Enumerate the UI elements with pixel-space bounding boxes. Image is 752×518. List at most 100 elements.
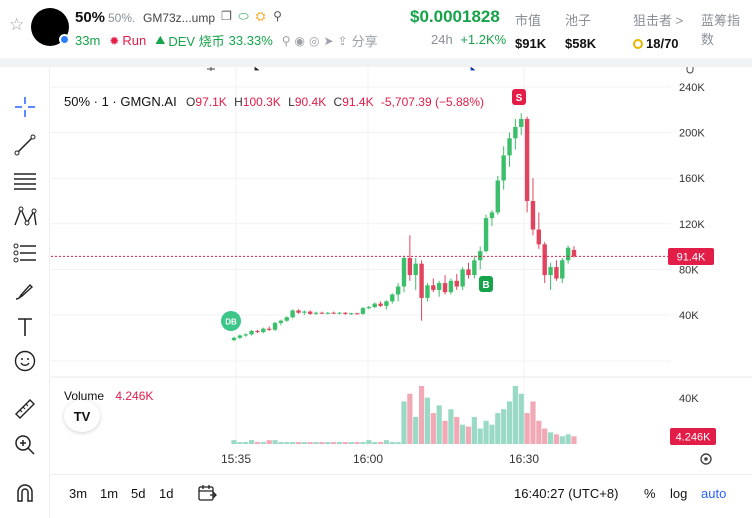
projection-icon[interactable] [9, 237, 41, 269]
candle-body [442, 283, 448, 293]
trendline-icon[interactable] [9, 129, 41, 161]
token-symbol: 50% [75, 9, 106, 26]
time-axis: 15:35 16:00 16:30 [221, 452, 539, 466]
fib-lines-icon[interactable] [9, 165, 41, 197]
crosshair-icon[interactable] [9, 91, 41, 123]
candle-body [425, 285, 430, 298]
candle-body [565, 247, 571, 261]
log-scale-toggle[interactable]: log [670, 486, 687, 501]
candle-body [466, 269, 471, 276]
volume-tick-label: 40K [679, 393, 699, 405]
share-icon[interactable]: ⇪ [338, 34, 348, 48]
stat-pool: 池子 $58K [565, 10, 596, 51]
website-icon[interactable]: ◎ [309, 34, 319, 48]
candle-body [319, 312, 325, 314]
favorite-star-icon[interactable]: ☆ [9, 16, 24, 33]
volume-bar [424, 397, 431, 444]
candle-body [501, 155, 506, 181]
volume-bar [278, 442, 284, 444]
people-icon[interactable]: ⛭ [254, 10, 267, 23]
tradingview-logo[interactable]: TV [64, 400, 100, 432]
token-address[interactable]: GM73z...ump [143, 11, 215, 25]
timeframe-1d[interactable]: 1d [159, 486, 173, 501]
candle-body [372, 303, 377, 308]
volume-bar [366, 440, 372, 444]
candle-body [401, 258, 407, 287]
price-chart[interactable]: 240K 200K 160K 120K 80K 40K 40K 15:35 16:00 16:3… [51, 67, 752, 474]
auto-scale-toggle[interactable]: auto [701, 486, 726, 501]
chart-area[interactable]: 240K 200K 160K 120K 80K 40K 40K 15:35 16:00 16:3… [51, 67, 752, 518]
candle-body [519, 118, 524, 127]
volume-bar [243, 442, 249, 444]
candle-body [308, 311, 313, 314]
timeframe-3m[interactable]: 3m [69, 486, 87, 501]
volume-bar [518, 393, 524, 444]
magnet-icon[interactable] [9, 477, 41, 509]
change-value: +1.2K% [460, 32, 507, 47]
sniper-icon [633, 39, 643, 49]
candle-body [513, 126, 518, 139]
legend-c-value: 91.4K [342, 95, 374, 109]
volume-bar [501, 409, 507, 444]
stat-snipers[interactable]: 狙击者 > 18/70 [633, 10, 683, 51]
volume-bar [460, 424, 466, 444]
candle-body [407, 258, 413, 276]
candle-body [255, 330, 260, 333]
candle-body [542, 244, 547, 276]
token-meta-row: 33m ✹ Run ⛰ DEV 烧币 33.33% ⚲ ◉ ◎ ➤ ⇪ 分享 [75, 31, 378, 50]
pump-run-icon: ✹ [109, 33, 120, 48]
candle-body [472, 260, 477, 276]
chart-clock[interactable]: 16:40:27 (UTC+8) [514, 486, 618, 501]
volume-bar [331, 442, 337, 444]
chain-badge-icon [59, 34, 70, 45]
volume-bar [237, 442, 243, 444]
telegram-icon[interactable]: ➤ [324, 34, 334, 48]
stat-key: 市值 [515, 13, 542, 28]
volume-bar [336, 442, 343, 444]
candle-body [231, 337, 237, 341]
volume-bar [301, 442, 307, 444]
token-avatar[interactable] [31, 8, 70, 46]
stat-key: 蓝筹指数 [701, 13, 741, 47]
candles [231, 113, 577, 342]
volume-bar [495, 413, 501, 444]
volume-bar [471, 416, 477, 444]
price-tick-label: 200K [679, 128, 705, 140]
candle-body [483, 218, 489, 252]
brush-icon[interactable] [9, 275, 41, 307]
volume-bar [489, 424, 495, 444]
zoom-in-icon[interactable] [9, 429, 41, 461]
volume-bar [360, 442, 366, 444]
text-icon[interactable] [9, 311, 41, 343]
volume-bar [383, 440, 390, 444]
candle-body [436, 283, 442, 290]
volume-bar [542, 428, 548, 444]
timeframe-1m[interactable]: 1m [100, 486, 118, 501]
volume-bar [254, 442, 261, 444]
legend-c-label: C [333, 95, 343, 109]
settings-gear-icon[interactable] [700, 453, 712, 465]
volume-bar [465, 426, 472, 444]
pill-icon[interactable]: ⬭ [237, 10, 250, 23]
dev-percent: 33.33% [228, 33, 273, 48]
candle-body [390, 294, 395, 302]
eye-icon[interactable]: ◉ [295, 34, 305, 48]
share-label[interactable]: 分享 [352, 31, 378, 50]
price-tick-label: 80K [679, 264, 699, 276]
stat-value-wrap: 18/70 [633, 36, 683, 51]
percent-scale-toggle[interactable]: % [644, 486, 656, 501]
emoji-icon[interactable] [9, 345, 41, 377]
search-icon[interactable]: ⚲ [282, 34, 291, 48]
search-user-icon[interactable]: ⚲ [271, 10, 284, 23]
date-range-icon[interactable] [197, 483, 217, 508]
volume-bar [530, 401, 536, 444]
volume-bar [248, 440, 255, 444]
ruler-icon[interactable] [9, 393, 41, 425]
timeframe-5d[interactable]: 5d [131, 486, 145, 501]
run-label: Run [122, 33, 147, 48]
volume-bar [354, 442, 360, 444]
candle-body [431, 285, 436, 290]
token-age: 33m [75, 33, 101, 48]
pattern-icon[interactable] [9, 201, 41, 233]
copy-icon[interactable]: ❐ [220, 10, 233, 23]
